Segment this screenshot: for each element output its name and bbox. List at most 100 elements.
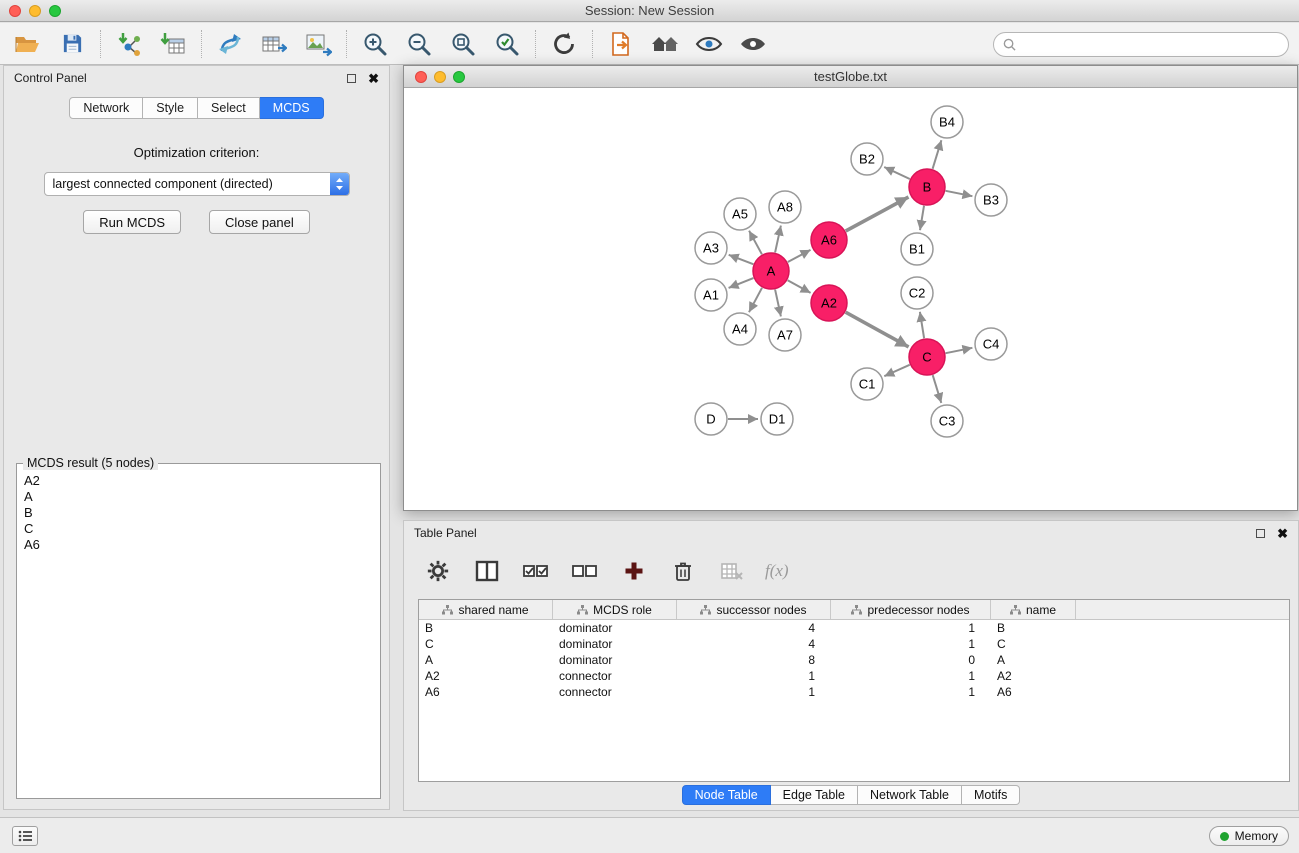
edge-A2-C[interactable] <box>846 312 909 347</box>
table-row[interactable]: Adominator80A <box>419 652 1289 668</box>
node-C[interactable]: C <box>909 339 945 375</box>
zoom-out-icon[interactable] <box>403 28 435 60</box>
edge-B-B4[interactable] <box>933 140 942 169</box>
float-table-panel-icon[interactable] <box>1256 529 1265 538</box>
float-panel-icon[interactable] <box>347 74 356 83</box>
open-session-from-file-icon[interactable] <box>605 28 637 60</box>
node-C1[interactable]: C1 <box>851 368 883 400</box>
zoom-selected-icon[interactable] <box>491 28 523 60</box>
column-header-MCDS-role[interactable]: MCDS role <box>553 600 677 619</box>
edge-C-C3[interactable] <box>933 375 942 403</box>
node-B1[interactable]: B1 <box>901 233 933 265</box>
node-A5[interactable]: A5 <box>724 198 756 230</box>
edge-B-B2[interactable] <box>884 167 910 179</box>
open-file-icon[interactable] <box>12 28 44 60</box>
node-D1[interactable]: D1 <box>761 403 793 435</box>
table-row[interactable]: A2connector11A2 <box>419 668 1289 684</box>
edge-A-A1[interactable] <box>729 278 754 288</box>
mcds-result-list[interactable]: A2ABCA6 <box>20 473 377 795</box>
node-C4[interactable]: C4 <box>975 328 1007 360</box>
mcds-result-item[interactable]: A2 <box>20 473 377 489</box>
edge-A-A4[interactable] <box>749 288 762 312</box>
node-A8[interactable]: A8 <box>769 191 801 223</box>
home-view-icon[interactable] <box>649 28 681 60</box>
maximize-window-button[interactable] <box>49 5 61 17</box>
zoom-in-icon[interactable] <box>359 28 391 60</box>
column-header-name[interactable]: name <box>991 600 1076 619</box>
import-network-from-file-icon[interactable] <box>113 28 145 60</box>
node-D[interactable]: D <box>695 403 727 435</box>
mcds-result-item[interactable]: B <box>20 505 377 521</box>
mcds-result-item[interactable]: C <box>20 521 377 537</box>
table-tab-node-table[interactable]: Node Table <box>682 785 771 805</box>
mcds-result-item[interactable]: A <box>20 489 377 505</box>
table-tab-motifs[interactable]: Motifs <box>962 785 1020 805</box>
node-A2[interactable]: A2 <box>811 285 847 321</box>
node-A4[interactable]: A4 <box>724 313 756 345</box>
node-B4[interactable]: B4 <box>931 106 963 138</box>
edge-A6-B[interactable] <box>846 197 909 231</box>
column-header-predecessor-nodes[interactable]: predecessor nodes <box>831 600 991 619</box>
toggle-columns-icon[interactable] <box>471 555 503 587</box>
optimization-criterion-dropdown[interactable]: largest connected component (directed) <box>44 172 350 196</box>
function-builder-icon[interactable]: f(x) <box>765 561 789 581</box>
node-A[interactable]: A <box>753 253 789 289</box>
deselect-all-icon[interactable] <box>569 555 601 587</box>
table-row[interactable]: A6connector11A6 <box>419 684 1289 700</box>
network-window-titlebar[interactable]: testGlobe.txt <box>404 66 1297 88</box>
close-window-button[interactable] <box>9 5 21 17</box>
minimize-window-button[interactable] <box>29 5 41 17</box>
close-network-window-button[interactable] <box>415 71 427 83</box>
edge-A-A7[interactable] <box>775 290 781 317</box>
edge-B-B1[interactable] <box>920 206 924 230</box>
save-session-icon[interactable] <box>56 28 88 60</box>
edge-A-A2[interactable] <box>788 280 811 293</box>
select-all-icon[interactable] <box>520 555 552 587</box>
node-A7[interactable]: A7 <box>769 319 801 351</box>
control-tab-network[interactable]: Network <box>69 97 143 119</box>
table-row[interactable]: Bdominator41B <box>419 620 1289 636</box>
minimize-network-window-button[interactable] <box>434 71 446 83</box>
export-table-icon[interactable] <box>258 28 290 60</box>
network-canvas[interactable]: B4B2BB3A5A8A6B1A3AC2A1A2A4A7C4CC1C3DD1 <box>404 89 1297 510</box>
node-A6[interactable]: A6 <box>811 222 847 258</box>
table-row[interactable]: Cdominator41C <box>419 636 1289 652</box>
clone-network-icon[interactable] <box>214 28 246 60</box>
node-B3[interactable]: B3 <box>975 184 1007 216</box>
show-graphics-details-icon[interactable] <box>737 28 769 60</box>
close-panel-button[interactable]: Close panel <box>209 210 310 234</box>
edge-C-C2[interactable] <box>920 312 924 338</box>
refresh-network-view-icon[interactable] <box>548 28 580 60</box>
node-B[interactable]: B <box>909 169 945 205</box>
edge-C-C1[interactable] <box>884 365 909 376</box>
control-tab-mcds[interactable]: MCDS <box>260 97 324 119</box>
control-tab-select[interactable]: Select <box>198 97 260 119</box>
edge-A-A6[interactable] <box>788 250 811 262</box>
edge-C-C4[interactable] <box>946 348 973 353</box>
column-header-successor-nodes[interactable]: successor nodes <box>677 600 831 619</box>
delete-table-icon[interactable] <box>716 555 748 587</box>
search-box[interactable] <box>993 32 1289 57</box>
table-tab-edge-table[interactable]: Edge Table <box>771 785 858 805</box>
column-header-shared-name[interactable]: shared name <box>419 600 553 619</box>
delete-selected-icon[interactable] <box>667 555 699 587</box>
import-table-from-file-icon[interactable] <box>157 28 189 60</box>
mcds-result-item[interactable]: A6 <box>20 537 377 553</box>
table-tab-network-table[interactable]: Network Table <box>858 785 962 805</box>
maximize-network-window-button[interactable] <box>453 71 465 83</box>
run-mcds-button[interactable]: Run MCDS <box>83 210 181 234</box>
settings-gear-icon[interactable] <box>422 555 454 587</box>
edge-A-A3[interactable] <box>729 255 754 264</box>
edge-A-A5[interactable] <box>749 231 762 255</box>
node-B2[interactable]: B2 <box>851 143 883 175</box>
edge-B-B3[interactable] <box>946 191 973 196</box>
zoom-fit-icon[interactable] <box>447 28 479 60</box>
edge-A-A8[interactable] <box>775 226 781 253</box>
node-C3[interactable]: C3 <box>931 405 963 437</box>
search-input[interactable] <box>1022 38 1279 52</box>
birdseye-view-icon[interactable] <box>693 28 725 60</box>
task-history-button[interactable] <box>12 826 38 846</box>
node-A3[interactable]: A3 <box>695 232 727 264</box>
close-panel-icon[interactable]: ✖ <box>368 72 379 85</box>
export-image-icon[interactable] <box>302 28 334 60</box>
